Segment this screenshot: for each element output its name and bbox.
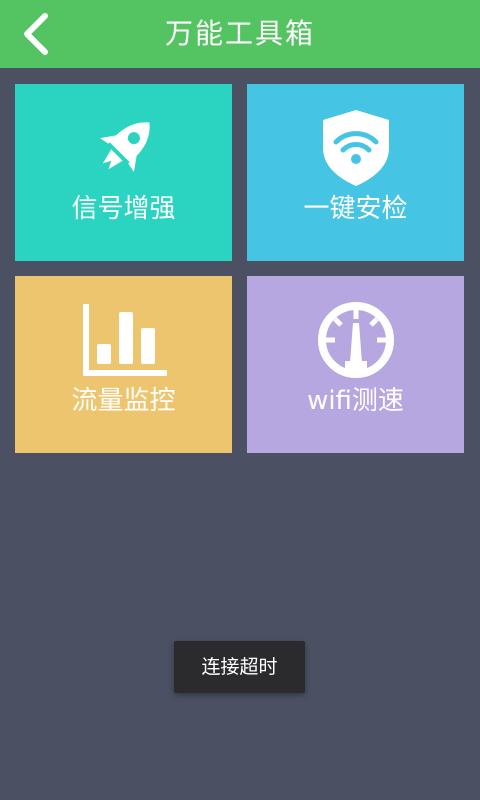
- tile-wifi-speed-test[interactable]: wifi测速: [247, 276, 464, 453]
- wifi-shield-icon: [322, 110, 389, 186]
- tile-security-check[interactable]: 一键安检: [247, 84, 464, 261]
- rocket-icon: [99, 122, 150, 173]
- app-header: 万能工具箱: [0, 0, 480, 68]
- speedometer-icon: [317, 302, 394, 378]
- bar-chart-icon: [82, 304, 167, 376]
- tile-label: 流量监控: [71, 386, 176, 416]
- toast-message: 连接超时: [174, 641, 305, 693]
- tile-signal-boost[interactable]: 信号增强: [15, 84, 232, 261]
- tile-label: wifi测速: [307, 386, 404, 416]
- tile-traffic-monitor[interactable]: 流量监控: [15, 276, 232, 453]
- page-title: 万能工具箱: [164, 17, 315, 50]
- tile-label: 一键安检: [303, 194, 408, 224]
- tile-label: 信号增强: [71, 194, 176, 224]
